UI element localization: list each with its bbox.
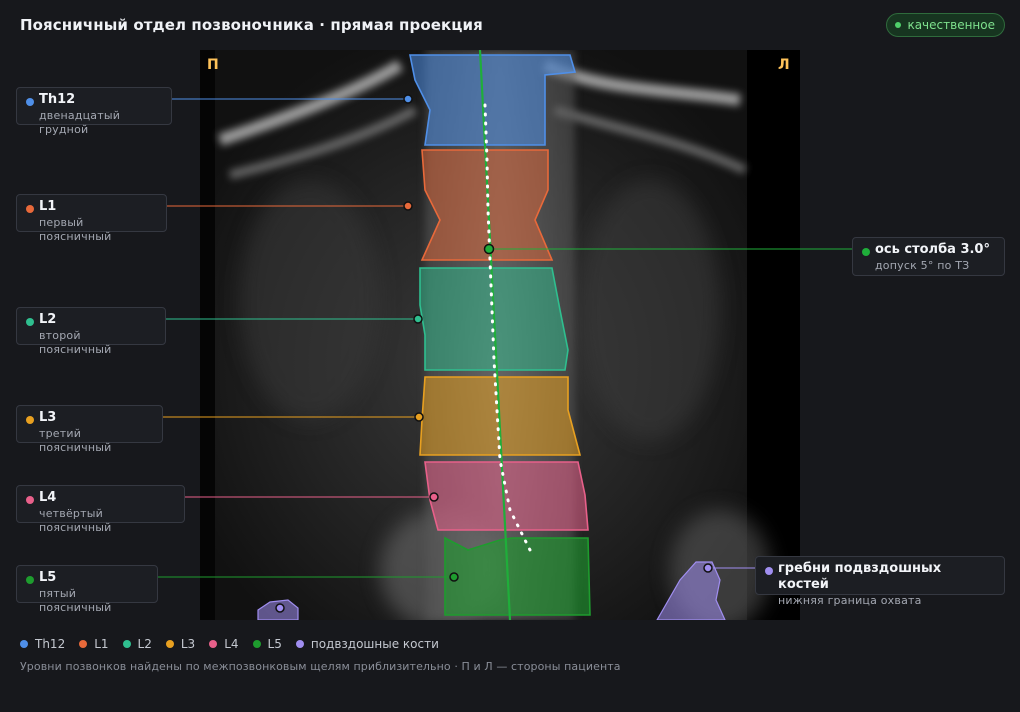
legend-label: L2 (137, 637, 152, 651)
quality-badge: качественное (886, 13, 1005, 37)
legend-label: подвздошные кости (310, 637, 439, 651)
status-dot-icon (895, 22, 902, 28)
xray-viewer[interactable] (200, 50, 800, 620)
legend-item-l5[interactable]: L5 (252, 637, 282, 651)
label-card-l4[interactable]: L4 четвёртый поясничный (16, 485, 185, 534)
l2-dot-icon (26, 318, 34, 326)
l4-label: L4 (39, 490, 57, 505)
label-card-iliac[interactable]: гребни подвздошных костей нижняя граница… (755, 556, 1005, 607)
l1-dot-icon (26, 205, 34, 213)
axis-label: ось столба 3.0° (875, 242, 990, 257)
iliac-label: гребни подвздошных костей (778, 561, 942, 592)
legend-label: L5 (267, 637, 282, 651)
page-title: Поясничный отдел позвоночника · прямая п… (20, 16, 483, 34)
label-card-l1[interactable]: L1 первый поясничный (16, 194, 167, 243)
l3-desc: третий поясничный (39, 427, 112, 454)
legend-dot-icon (20, 640, 28, 648)
legend: Th12 L1 L2 L3 L4 L5 подвздошные кости (20, 637, 439, 651)
legend-dot-icon (295, 640, 304, 648)
legend-item-l4[interactable]: L4 (209, 637, 239, 651)
l2-desc: второй поясничный (39, 329, 112, 356)
legend-dot-icon (252, 640, 261, 648)
label-card-axis[interactable]: ось столба 3.0° допуск 5° по ТЗ (852, 237, 1005, 276)
l2-label: L2 (39, 312, 57, 327)
label-card-l5[interactable]: L5 пятый поясничный (16, 565, 158, 614)
legend-dot-icon (122, 640, 131, 648)
legend-label: L1 (94, 637, 109, 651)
legend-item-l3[interactable]: L3 (165, 637, 196, 651)
th12-dot-icon (26, 98, 34, 106)
legend-dot-icon (209, 640, 218, 648)
iliac-dot-icon (765, 567, 773, 575)
th12-desc: двенадцатый грудной (39, 109, 121, 136)
label-card-l2[interactable]: L2 второй поясничный (16, 307, 166, 356)
legend-label: L3 (180, 637, 196, 651)
l3-label: L3 (39, 410, 57, 425)
axis-desc: допуск 5° по ТЗ (875, 259, 970, 272)
quality-badge-label: качественное (907, 18, 995, 32)
l3-dot-icon (26, 416, 34, 424)
legend-label: Th12 (35, 637, 66, 651)
l1-desc: первый поясничный (39, 216, 112, 243)
iliac-desc: нижняя граница охвата (778, 594, 922, 607)
side-left-marker: Л (778, 57, 790, 73)
label-card-l3[interactable]: L3 третий поясничный (16, 405, 163, 454)
legend-item-iliac[interactable]: подвздошные кости (295, 637, 439, 651)
legend-dot-icon (79, 640, 88, 648)
l5-dot-icon (26, 576, 34, 584)
legend-item-l1[interactable]: L1 (79, 637, 109, 651)
legend-label: L4 (224, 637, 239, 651)
axis-dot-icon (862, 248, 870, 256)
l4-desc: четвёртый поясничный (39, 507, 112, 534)
label-card-th12[interactable]: Th12 двенадцатый грудной (16, 87, 172, 136)
legend-dot-icon (165, 640, 174, 648)
xray-image (200, 50, 800, 620)
footnote: Уровни позвонков найдены по межпозвонков… (20, 660, 621, 673)
legend-item-l2[interactable]: L2 (122, 637, 152, 651)
l5-label: L5 (39, 570, 57, 585)
l4-dot-icon (26, 496, 34, 504)
legend-item-th12[interactable]: Th12 (20, 637, 65, 651)
l1-label: L1 (39, 199, 57, 214)
l5-desc: пятый поясничный (39, 587, 112, 614)
side-right-marker: П (207, 57, 219, 73)
th12-label: Th12 (39, 92, 76, 107)
